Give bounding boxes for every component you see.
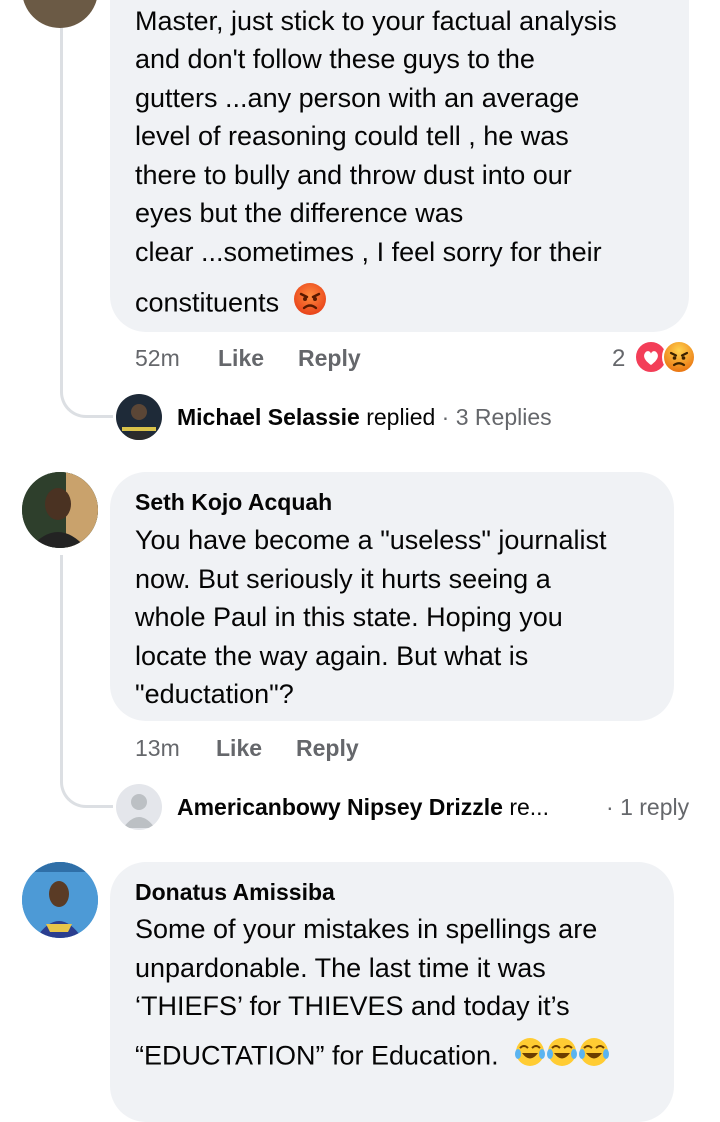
avatar[interactable] (22, 472, 98, 548)
comment-text-line: gutters ...any person with an average (135, 83, 580, 113)
comment-text-line: locate the way again. But what is (135, 641, 529, 671)
like-button[interactable]: Like (216, 735, 262, 762)
angry-icon (662, 340, 696, 379)
comment-text-last: constituents (135, 287, 280, 318)
reply-count-link[interactable]: · 1 reply (606, 794, 689, 821)
comment-timestamp: 52m (135, 345, 180, 371)
separator-dot: · (606, 794, 621, 820)
thread-connector (60, 760, 113, 808)
comment-text-line: clear ...sometimes , I feel sorry for th… (135, 237, 602, 267)
avatar[interactable] (22, 862, 98, 938)
comment-text-line: constituents (135, 282, 327, 327)
comment-bubble: Master, just stick to your factual analy… (110, 0, 689, 332)
replied-label: replied (359, 404, 436, 430)
angry-face-icon (293, 282, 327, 327)
separator-dot: · (441, 404, 456, 430)
reply-count: 1 reply (620, 794, 690, 820)
comment-text-line: Master, just stick to your factual analy… (135, 6, 617, 36)
avatar[interactable] (116, 394, 162, 440)
comment-text-line: level of reasoning could tell , he was (135, 121, 569, 151)
avatar[interactable] (22, 0, 98, 28)
like-button[interactable]: Like (218, 345, 264, 372)
comment-text-line: “EDUCTATION” for Education. (135, 1036, 610, 1079)
tears-of-joy-icon (578, 1036, 610, 1079)
replied-label: re... (502, 794, 549, 820)
comment-text-line: now. But seriously it hurts seeing a (135, 564, 551, 594)
thread-connector (60, 370, 113, 418)
commenter-name[interactable]: Seth Kojo Acquah (135, 489, 332, 516)
tears-of-joy-icon (514, 1036, 546, 1079)
comment-bubble: Donatus Amissiba Some of your mistakes i… (110, 862, 674, 1122)
comment-text-line: "eductation"? (135, 679, 294, 709)
reply-count: 3 Replies (455, 404, 552, 430)
comment-text-line: whole Paul in this state. Hoping you (135, 602, 563, 632)
replier-name: Americanbowy Nipsey Drizzle (177, 794, 503, 820)
comment-text-line: ‘THIEFS’ for THIEVES and today it’s (135, 991, 570, 1021)
tears-of-joy-icon (546, 1036, 578, 1079)
view-replies-link[interactable]: Michael Selassie replied · 3 Replies (177, 404, 552, 431)
comment-text-line: unpardonable. The last time it was (135, 953, 546, 983)
comment-bubble: Seth Kojo Acquah You have become a "usel… (110, 472, 674, 721)
thread-line (60, 25, 63, 380)
comment-text-line: You have become a "useless" journalist (135, 525, 607, 555)
view-replies-link[interactable]: Americanbowy Nipsey Drizzle re... (177, 794, 549, 821)
reply-button[interactable]: Reply (298, 345, 361, 372)
reply-button[interactable]: Reply (296, 735, 359, 762)
default-avatar-icon[interactable] (116, 784, 162, 830)
reaction-count[interactable]: 2 (612, 345, 625, 373)
replier-name: Michael Selassie (177, 404, 360, 430)
comment-timestamp: 13m (135, 735, 180, 761)
comment-text-line: and don't follow these guys to the (135, 44, 535, 74)
thread-line (60, 555, 63, 770)
comment-text-line: Some of your mistakes in spellings are (135, 914, 598, 944)
comment-text-last: “EDUCTATION” for Education. (135, 1040, 499, 1071)
comment-text-line: eyes but the difference was (135, 198, 464, 228)
commenter-name[interactable]: Donatus Amissiba (135, 879, 335, 906)
comment-text-line: there to bully and throw dust into our (135, 160, 572, 190)
